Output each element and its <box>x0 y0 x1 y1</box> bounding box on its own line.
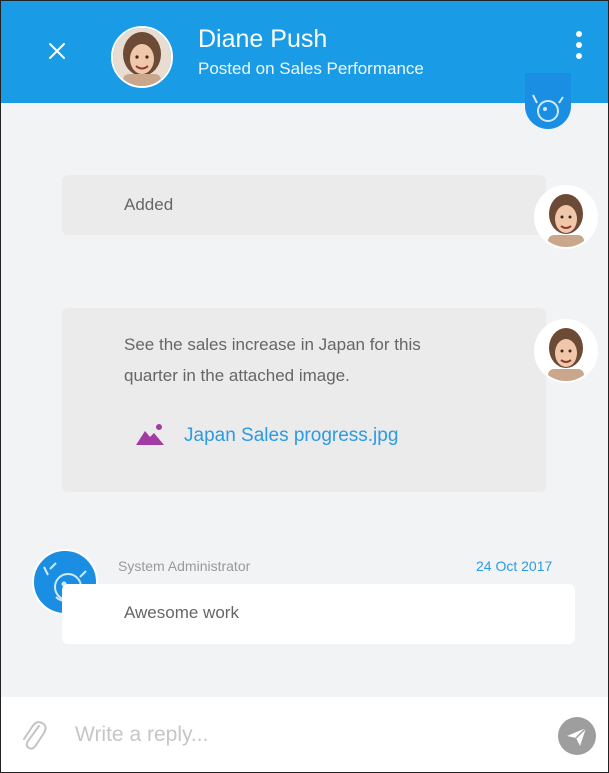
posted-on-prefix: Posted on <box>198 59 275 78</box>
more-options-icon[interactable] <box>569 31 589 75</box>
message-text: See the sales increase in Japan for this… <box>124 329 421 391</box>
author-avatar <box>534 319 598 383</box>
message-text: Awesome work <box>124 603 239 622</box>
reply-composer <box>1 697 608 772</box>
message-text-line: See the sales increase in Japan for this <box>124 335 421 354</box>
conversation-header: Diane Push Posted on Sales Performance <box>1 1 608 103</box>
message-text-line: quarter in the attached image. <box>124 366 350 385</box>
author-avatar <box>534 185 598 249</box>
message-date: 24 Oct 2017 <box>476 558 553 574</box>
close-icon[interactable] <box>45 39 69 63</box>
send-icon <box>567 727 587 746</box>
message-bubble: Added <box>62 175 546 235</box>
attachment-link[interactable]: Japan Sales progress.jpg <box>184 425 398 447</box>
image-attachment-icon <box>136 424 164 445</box>
author-name: Diane Push <box>198 25 328 53</box>
message-text: Added <box>124 195 174 214</box>
posted-on-line: Posted on Sales Performance <box>198 59 424 79</box>
paperclip-icon[interactable] <box>19 717 47 753</box>
author-avatar <box>111 26 173 88</box>
system-avatar-partial <box>525 73 571 129</box>
posted-on-target[interactable]: Sales Performance <box>279 59 424 78</box>
conversation-panel: Diane Push Posted on Sales Performance A… <box>0 0 609 773</box>
send-button[interactable] <box>558 717 596 755</box>
reply-input[interactable] <box>73 717 537 753</box>
message-bubble: Awesome work <box>62 584 575 644</box>
message-bubble: See the sales increase in Japan for this… <box>62 308 546 492</box>
message-author: System Administrator <box>118 558 251 574</box>
